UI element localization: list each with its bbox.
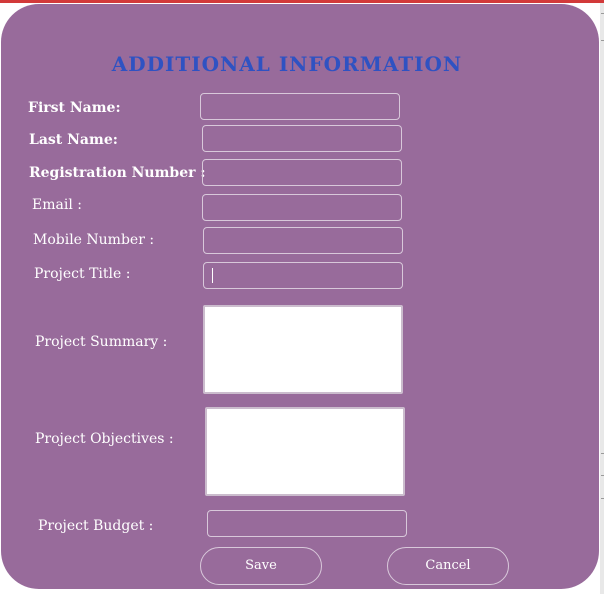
project-objectives-textarea[interactable]: [205, 407, 405, 496]
window-right-edge: [600, 3, 604, 594]
window-top-accent-bar: [0, 0, 604, 3]
additional-information-form: ADDITIONAL INFORMATION First Name: Last …: [1, 4, 599, 589]
project-objectives-label: Project Objectives :: [35, 431, 174, 447]
last-name-label: Last Name:: [29, 132, 118, 148]
text-cursor: [212, 268, 213, 283]
project-summary-textarea[interactable]: [203, 305, 403, 394]
first-name-input[interactable]: [200, 93, 400, 120]
project-title-input[interactable]: [203, 262, 403, 289]
email-label: Email :: [32, 197, 82, 213]
mobile-number-input[interactable]: [203, 227, 403, 254]
first-name-label: First Name:: [28, 100, 121, 116]
project-summary-label: Project Summary :: [35, 334, 168, 350]
last-name-input[interactable]: [202, 125, 402, 152]
project-title-label: Project Title :: [34, 266, 131, 282]
cancel-button[interactable]: Cancel: [387, 547, 509, 585]
email-input[interactable]: [202, 194, 402, 221]
mobile-number-label: Mobile Number :: [33, 232, 155, 248]
project-budget-label: Project Budget :: [38, 518, 154, 534]
form-title: ADDITIONAL INFORMATION: [111, 52, 463, 76]
save-button[interactable]: Save: [200, 547, 322, 585]
registration-number-label: Registration Number :: [29, 165, 206, 181]
registration-number-input[interactable]: [202, 159, 402, 186]
project-budget-input[interactable]: [207, 510, 407, 537]
